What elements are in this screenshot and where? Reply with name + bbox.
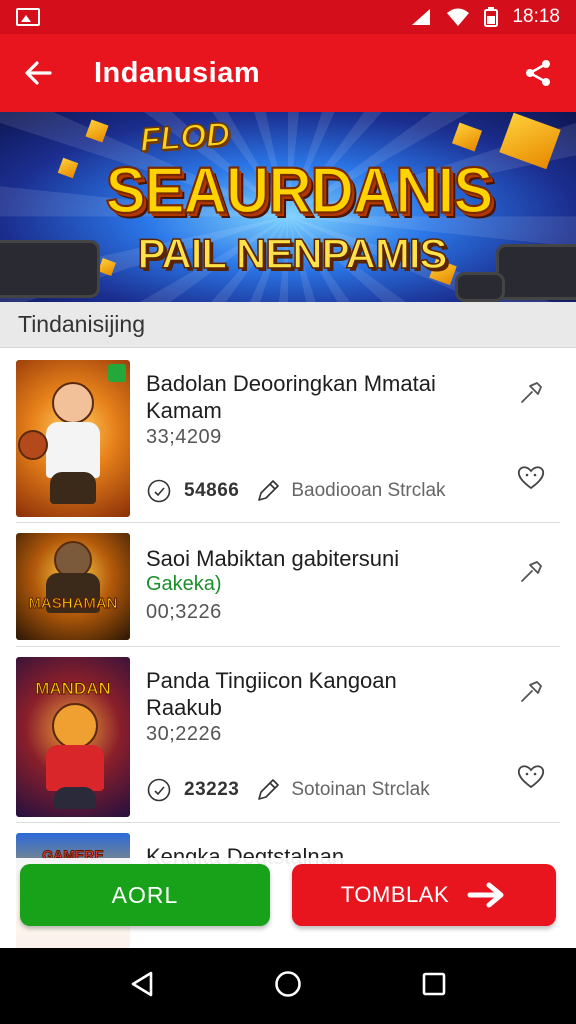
nav-back-icon	[131, 971, 153, 996]
thumbnail-title: MANDAN	[35, 679, 112, 699]
nav-recents-icon	[422, 972, 446, 995]
arrow-right-icon	[467, 882, 504, 908]
gamepad-left	[0, 240, 100, 298]
status-bar: 18:18	[0, 0, 576, 34]
game-art: MASHAMAN	[16, 533, 130, 640]
item-meta: 54866 Baodiooan Strclak	[146, 478, 446, 504]
ball-art	[18, 430, 48, 460]
app-title: Indanusiam	[94, 56, 261, 89]
list-item[interactable]: Badolan Deooringkan Mmatai Kamam 33;4209…	[0, 348, 576, 523]
gallery-icon	[16, 8, 40, 26]
heart-icon	[517, 765, 545, 789]
clock-icon	[147, 778, 171, 802]
item-status: Baodiooan Strclak	[291, 480, 446, 501]
app-screen: 18:18 Indanusiam FLOD SEAURDANIS PAIL NE…	[0, 0, 576, 1024]
item-price: 33;4209	[146, 426, 222, 448]
status-icons: 18:18	[410, 6, 560, 28]
badge-icon	[108, 364, 126, 382]
character-art	[46, 422, 100, 478]
section-header: Tindanisijing	[0, 302, 576, 348]
nav-back-button[interactable]	[129, 970, 155, 1003]
item-meta: 23223 Sotoinan Strclak	[146, 777, 430, 803]
red-button-label: TOMBLAK	[340, 882, 450, 907]
primary-red-button[interactable]: TOMBLAK	[292, 864, 556, 926]
back-button[interactable]	[0, 34, 76, 112]
item-name: Badolan Deooringkan Mmatai Kamam	[146, 371, 436, 423]
nav-home-icon	[275, 970, 301, 997]
nav-home-button[interactable]	[273, 969, 303, 1004]
character-art	[52, 703, 98, 749]
promo-banner[interactable]: FLOD SEAURDANIS PAIL NENPAMIS	[0, 112, 576, 302]
game-thumbnail[interactable]: MANDAN	[16, 657, 130, 817]
list-item[interactable]: MASHAMAN Saoi Mabiktan gabitersuni Gakek…	[0, 523, 576, 647]
banner-title: SEAURDANIS	[105, 153, 495, 228]
character-art	[46, 745, 104, 791]
hammer-icon	[521, 382, 542, 403]
thumbnail-title: MASHAMAN	[28, 595, 118, 613]
item-name: Saoi Mabiktan gabitersuni	[146, 546, 400, 571]
item-count: 23223	[184, 779, 240, 800]
status-time: 18:18	[512, 6, 560, 27]
game-art	[16, 360, 130, 517]
item-status: Sotoinan Strclak	[291, 779, 430, 800]
clock-icon	[147, 479, 171, 503]
banner-subtitle: PAIL NENPAMIS	[137, 229, 449, 278]
pencil-icon	[258, 779, 280, 800]
game-thumbnail[interactable]	[16, 360, 130, 517]
game-art: MANDAN	[16, 657, 130, 817]
green-button-label: AORL	[111, 881, 179, 908]
signal-icon	[412, 9, 431, 25]
primary-green-button[interactable]: AORL	[20, 864, 270, 926]
gamepad-right	[496, 244, 576, 300]
item-price: 30;2226	[146, 723, 222, 745]
back-arrow-icon	[25, 61, 52, 85]
list-item[interactable]: MANDAN Panda Tingiicon Kangoan Raakub 30…	[0, 647, 576, 823]
edit-button[interactable]	[514, 555, 548, 589]
hammer-icon	[521, 681, 542, 702]
game-thumbnail[interactable]: MASHAMAN	[16, 533, 130, 640]
pencil-icon	[258, 480, 280, 501]
character-art	[52, 382, 94, 424]
item-name: Panda Tingiicon Kangoan Raakub	[146, 668, 397, 720]
character-art	[54, 787, 96, 809]
edit-button[interactable]	[514, 675, 548, 709]
heart-icon	[517, 466, 545, 490]
hammer-icon	[521, 561, 542, 582]
wifi-icon	[447, 8, 470, 26]
edit-button[interactable]	[514, 376, 548, 410]
item-price: 00;3226	[146, 601, 222, 623]
item-count: 54866	[184, 480, 240, 501]
character-art	[50, 472, 96, 504]
share-button[interactable]	[500, 34, 576, 112]
battery-icon	[484, 7, 499, 27]
app-bar: Indanusiam	[0, 34, 576, 112]
action-bar: AORL TOMBLAK	[0, 858, 576, 948]
favorite-button[interactable]	[514, 460, 548, 494]
nav-recents-button[interactable]	[421, 971, 447, 1002]
share-icon	[526, 60, 550, 86]
favorite-button[interactable]	[514, 759, 548, 793]
system-nav-bar	[0, 948, 576, 1024]
item-tag: Gakeka)	[146, 573, 222, 595]
